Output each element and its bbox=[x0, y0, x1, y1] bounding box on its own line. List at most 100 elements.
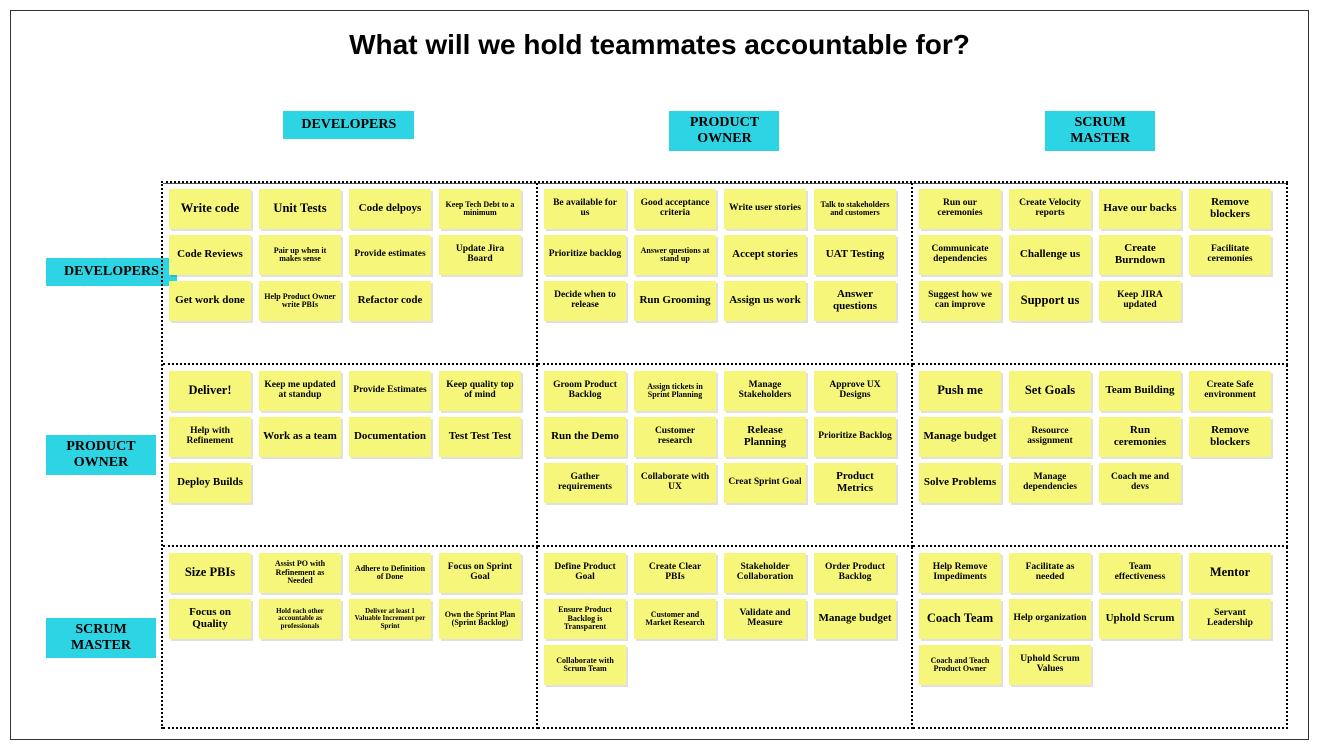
sticky-note: Good acceptance criteria bbox=[634, 189, 716, 229]
column-headers: DEVELOPERS PRODUCTOWNER SCRUMMASTER bbox=[161, 111, 1288, 181]
sticky-note: Facilitate as needed bbox=[1009, 553, 1091, 593]
row-header-label: DEVELOPERS bbox=[46, 258, 177, 286]
sticky-note: Manage budget bbox=[919, 417, 1001, 457]
diagram-frame: What will we hold teammates accountable … bbox=[10, 10, 1309, 740]
col-header-developers: DEVELOPERS bbox=[161, 111, 537, 181]
sticky-note: Provide estimates bbox=[349, 235, 431, 275]
sticky-note: Challenge us bbox=[1009, 235, 1091, 275]
sticky-note: Set Goals bbox=[1009, 371, 1091, 411]
sticky-note: Ensure Product Backlog is Transparent bbox=[544, 599, 626, 639]
sticky-note: Prioritize backlog bbox=[544, 235, 626, 275]
sticky-note: Suggest how we can improve bbox=[919, 281, 1001, 321]
sticky-note: Creat Sprint Goal bbox=[724, 463, 806, 503]
matrix-grid: Write codeUnit TestsCode delpoysKeep Tec… bbox=[161, 181, 1288, 729]
sticky-note: Customer and Market Research bbox=[634, 599, 716, 639]
sticky-note: Manage Stakeholders bbox=[724, 371, 806, 411]
cell-sm-dev: Size PBIsAssist PO with Refinement as Ne… bbox=[163, 547, 538, 729]
sticky-note: Define Product Goal bbox=[544, 553, 626, 593]
matrix-wrap: DEVELOPERS PRODUCTOWNER SCRUMMASTER DEVE… bbox=[51, 111, 1288, 729]
sticky-note: Collaborate with UX bbox=[634, 463, 716, 503]
sticky-note: Communicate dependencies bbox=[919, 235, 1001, 275]
sticky-note: Test Test Test bbox=[439, 417, 521, 457]
sticky-note: UAT Testing bbox=[814, 235, 896, 275]
diagram-title: What will we hold teammates accountable … bbox=[11, 29, 1308, 61]
sticky-note: Resource assignment bbox=[1009, 417, 1091, 457]
cell-po-dev: Deliver!Keep me updated at standupProvid… bbox=[163, 365, 538, 547]
sticky-note: Write user stories bbox=[724, 189, 806, 229]
sticky-note: Help Product Owner write PBIs bbox=[259, 281, 341, 321]
sticky-note: Help Remove Impediments bbox=[919, 553, 1001, 593]
cell-dev-po: Be available for usGood acceptance crite… bbox=[538, 183, 913, 365]
row-header-developers: DEVELOPERS bbox=[46, 181, 177, 364]
sticky-note: Groom Product Backlog bbox=[544, 371, 626, 411]
sticky-note: Coach and Teach Product Owner bbox=[919, 645, 1001, 685]
col-header-label: DEVELOPERS bbox=[283, 111, 414, 139]
sticky-note: Create Burndown bbox=[1099, 235, 1181, 275]
sticky-note: Hold each other accountable as professio… bbox=[259, 599, 341, 639]
sticky-note: Deploy Builds bbox=[169, 463, 251, 503]
sticky-note: Assist PO with Refinement as Needed bbox=[259, 553, 341, 593]
sticky-note: Keep JIRA updated bbox=[1099, 281, 1181, 321]
sticky-note: Keep quality top of mind bbox=[439, 371, 521, 411]
sticky-note: Remove blockers bbox=[1189, 189, 1271, 229]
sticky-note: Adhere to Definition of Done bbox=[349, 553, 431, 593]
sticky-note: Approve UX Designs bbox=[814, 371, 896, 411]
sticky-note: Run ceremonies bbox=[1099, 417, 1181, 457]
sticky-note: Servant Leadership bbox=[1189, 599, 1271, 639]
sticky-note: Update Jira Board bbox=[439, 235, 521, 275]
row-header-label: SCRUMMASTER bbox=[46, 618, 156, 658]
sticky-note: Have our backs bbox=[1099, 189, 1181, 229]
sticky-note: Remove blockers bbox=[1189, 417, 1271, 457]
sticky-note: Own the Sprint Plan (Sprint Backlog) bbox=[439, 599, 521, 639]
sticky-note: Team effectiveness bbox=[1099, 553, 1181, 593]
sticky-note: Manage dependencies bbox=[1009, 463, 1091, 503]
sticky-note: Work as a team bbox=[259, 417, 341, 457]
sticky-note: Solve Problems bbox=[919, 463, 1001, 503]
sticky-note: Coach Team bbox=[919, 599, 1001, 639]
row-header-scrum-master: SCRUMMASTER bbox=[46, 546, 177, 729]
sticky-note: Unit Tests bbox=[259, 189, 341, 229]
sticky-note: Deliver! bbox=[169, 371, 251, 411]
sticky-note: Run the Demo bbox=[544, 417, 626, 457]
sticky-note: Keep me updated at standup bbox=[259, 371, 341, 411]
col-header-scrum-master: SCRUMMASTER bbox=[912, 111, 1288, 181]
sticky-note: Provide Estimates bbox=[349, 371, 431, 411]
sticky-note: Get work done bbox=[169, 281, 251, 321]
sticky-note: Create Velocity reports bbox=[1009, 189, 1091, 229]
sticky-note: Help organization bbox=[1009, 599, 1091, 639]
sticky-note: Talk to stakeholders and customers bbox=[814, 189, 896, 229]
sticky-note: Release Planning bbox=[724, 417, 806, 457]
sticky-note: Mentor bbox=[1189, 553, 1271, 593]
sticky-note: Product Metrics bbox=[814, 463, 896, 503]
sticky-note: Uphold Scrum bbox=[1099, 599, 1181, 639]
sticky-note: Assign us work bbox=[724, 281, 806, 321]
sticky-note: Create Safe environment bbox=[1189, 371, 1271, 411]
sticky-note: Deliver at least 1 Valuable Increment pe… bbox=[349, 599, 431, 639]
col-header-product-owner: PRODUCTOWNER bbox=[537, 111, 913, 181]
sticky-note: Assign tickets in Sprint Planning bbox=[634, 371, 716, 411]
sticky-note: Facilitate ceremonies bbox=[1189, 235, 1271, 275]
sticky-note: Collaborate with Scrum Team bbox=[544, 645, 626, 685]
cell-sm-po: Define Product GoalCreate Clear PBIsStak… bbox=[538, 547, 913, 729]
sticky-note: Gather requirements bbox=[544, 463, 626, 503]
sticky-note: Create Clear PBIs bbox=[634, 553, 716, 593]
sticky-note: Documentation bbox=[349, 417, 431, 457]
sticky-note: Support us bbox=[1009, 281, 1091, 321]
row-header-label: PRODUCTOWNER bbox=[46, 435, 156, 475]
sticky-note: Manage budget bbox=[814, 599, 896, 639]
sticky-note: Refactor code bbox=[349, 281, 431, 321]
sticky-note: Uphold Scrum Values bbox=[1009, 645, 1091, 685]
sticky-note: Run Grooming bbox=[634, 281, 716, 321]
cell-dev-dev: Write codeUnit TestsCode delpoysKeep Tec… bbox=[163, 183, 538, 365]
cell-dev-sm: Run our ceremoniesCreate Velocity report… bbox=[913, 183, 1288, 365]
sticky-note: Focus on Sprint Goal bbox=[439, 553, 521, 593]
sticky-note: Validate and Measure bbox=[724, 599, 806, 639]
row-headers: DEVELOPERS PRODUCTOWNER SCRUMMASTER bbox=[46, 181, 161, 729]
sticky-note: Team Building bbox=[1099, 371, 1181, 411]
sticky-note: Code Reviews bbox=[169, 235, 251, 275]
sticky-note: Be available for us bbox=[544, 189, 626, 229]
sticky-note: Keep Tech Debt to a minimum bbox=[439, 189, 521, 229]
sticky-note: Push me bbox=[919, 371, 1001, 411]
cell-po-sm: Push meSet GoalsTeam BuildingCreate Safe… bbox=[913, 365, 1288, 547]
sticky-note: Code delpoys bbox=[349, 189, 431, 229]
